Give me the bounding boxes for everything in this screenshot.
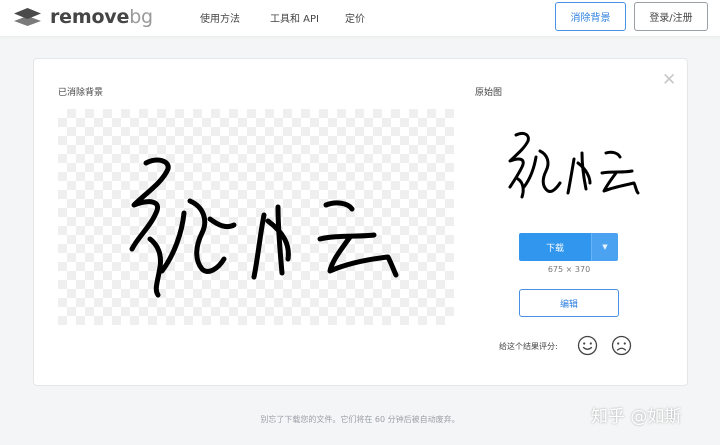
sad-face-icon[interactable]	[611, 335, 632, 356]
signature-image	[129, 157, 399, 298]
layers-logo-icon	[14, 8, 41, 26]
logo[interactable]: removebg	[13, 6, 153, 28]
zhihu-watermark: 知乎 @如斯	[591, 407, 682, 427]
result-card: ✕ 已消除背景 原始图 下载 ▼ 675 × 370 编辑 给这个结果评分:	[33, 58, 688, 386]
image-dimensions: 675 × 370	[547, 265, 591, 274]
logo-text: removebg	[50, 6, 153, 28]
result-image[interactable]	[58, 109, 454, 325]
result-label: 已消除背景	[58, 88, 104, 98]
nav-pricing[interactable]: 定价	[345, 10, 365, 25]
download-button-group: 下载 ▼	[519, 233, 619, 261]
rate-result-label: 给这个结果评分:	[499, 342, 558, 351]
nav-how-to-use[interactable]: 使用方法	[200, 10, 240, 25]
top-navbar: removebg 使用方法 工具和 API 定价 消除背景 登录/注册	[0, 0, 720, 36]
login-register-button[interactable]: 登录/注册	[634, 2, 708, 31]
happy-face-icon[interactable]	[577, 335, 598, 356]
download-button[interactable]: 下载	[519, 233, 591, 261]
caret-down-icon: ▼	[602, 243, 608, 251]
original-signature-image	[508, 131, 640, 199]
close-icon[interactable]: ✕	[662, 72, 676, 89]
original-label: 原始图	[475, 88, 503, 98]
original-image[interactable]	[494, 121, 664, 206]
edit-button[interactable]: 编辑	[519, 289, 619, 317]
remove-background-button[interactable]: 消除背景	[555, 2, 626, 31]
nav-tools-api[interactable]: 工具和 API	[270, 10, 319, 25]
download-options-dropdown[interactable]: ▼	[591, 233, 618, 261]
